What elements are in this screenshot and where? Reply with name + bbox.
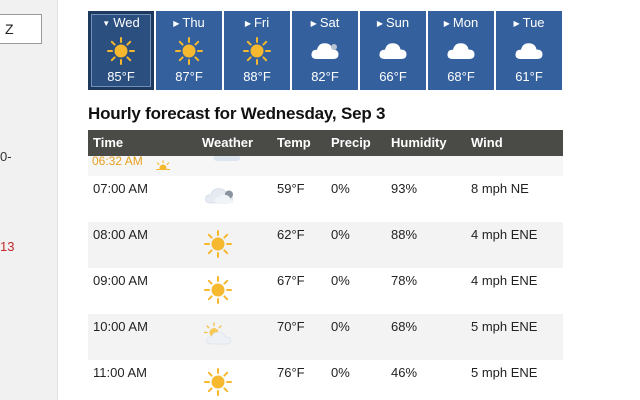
cell-humidity: 46% bbox=[391, 365, 418, 380]
cell-precip: 0% bbox=[331, 181, 350, 196]
cell-wind: 5 mph ENE bbox=[471, 319, 538, 334]
sidebar-link-fragment[interactable]: 13 bbox=[0, 239, 14, 254]
partly-cloudy-icon bbox=[203, 322, 234, 351]
table-header: Time Weather Temp Precip Humidity Wind bbox=[88, 130, 563, 156]
day-tab-label: ▶ Mon bbox=[443, 15, 479, 30]
cell-time: 09:00 AM bbox=[93, 273, 148, 288]
cell-temp: 76°F bbox=[277, 365, 305, 380]
day-tab-temp: 66°F bbox=[379, 69, 407, 84]
cloud-icon bbox=[310, 37, 340, 65]
table-row: 10:00 AM 70°F 0% 68% 5 mph ENE bbox=[88, 314, 563, 360]
day-tab-label: ▼ Wed bbox=[102, 15, 140, 30]
sunrise-row: 06:32 AM bbox=[88, 156, 563, 176]
cell-temp: 59°F bbox=[277, 181, 305, 196]
sun-icon bbox=[204, 368, 232, 399]
cell-wind: 4 mph ENE bbox=[471, 273, 538, 288]
location-input[interactable]: Z bbox=[0, 14, 42, 44]
day-tab-label: ▶ Tue bbox=[513, 15, 545, 30]
day-tab-temp: 68°F bbox=[447, 69, 475, 84]
daily-forecast-tabs: ▼ Wed 85°F ▶ Thu 87°F ▶ Fri 88°F ▶ Sat 82°F … bbox=[88, 11, 563, 90]
day-tab-temp: 85°F bbox=[107, 69, 135, 84]
cloud-icon bbox=[446, 37, 476, 65]
cell-temp: 67°F bbox=[277, 273, 305, 288]
cell-precip: 0% bbox=[331, 227, 350, 242]
table-row: 11:00 AM 76°F 0% 46% 5 mph ENE bbox=[88, 360, 563, 400]
day-tab-fri[interactable]: ▶ Fri 88°F bbox=[224, 11, 290, 90]
day-tab-label: ▶ Fri bbox=[244, 15, 270, 30]
cell-precip: 0% bbox=[331, 319, 350, 334]
cell-time: 08:00 AM bbox=[93, 227, 148, 242]
sidebar-text-fragment: 0- bbox=[0, 149, 12, 164]
day-tab-temp: 88°F bbox=[243, 69, 271, 84]
cell-temp: 70°F bbox=[277, 319, 305, 334]
hourly-forecast-title: Hourly forecast for Wednesday, Sep 3 bbox=[88, 104, 386, 123]
day-tab-sun[interactable]: ▶ Sun 66°F bbox=[360, 11, 426, 90]
cell-humidity: 78% bbox=[391, 273, 418, 288]
sun-icon bbox=[204, 230, 232, 261]
cloud-icon bbox=[378, 37, 408, 65]
column-header-precip: Precip bbox=[331, 135, 371, 150]
table-row: 08:00 AM 62°F 0% 88% 4 mph ENE bbox=[88, 222, 563, 268]
cell-wind: 5 mph ENE bbox=[471, 365, 538, 380]
cell-time: 07:00 AM bbox=[93, 181, 148, 196]
column-header-humidity: Humidity bbox=[391, 135, 447, 150]
cell-wind: 4 mph ENE bbox=[471, 227, 538, 242]
day-tab-label: ▶ Sat bbox=[310, 15, 340, 30]
day-tab-label: ▶ Thu bbox=[173, 15, 205, 30]
sunrise-time: 06:32 AM bbox=[92, 156, 143, 168]
cell-time: 11:00 AM bbox=[93, 365, 147, 380]
cell-humidity: 93% bbox=[391, 181, 418, 196]
cloud-icon bbox=[212, 156, 242, 168]
cell-humidity: 68% bbox=[391, 319, 418, 334]
cloud-icon bbox=[204, 184, 238, 209]
day-tab-label: ▶ Sun bbox=[376, 15, 410, 30]
cell-precip: 0% bbox=[331, 365, 350, 380]
day-tab-temp: 82°F bbox=[311, 69, 339, 84]
day-tab-sat[interactable]: ▶ Sat 82°F bbox=[292, 11, 358, 90]
sun-icon bbox=[204, 276, 232, 307]
table-row: 09:00 AM 67°F 0% 78% 4 mph ENE bbox=[88, 268, 563, 314]
table-row: 07:00 AM 59°F 0% 93% 8 mph NE bbox=[88, 176, 563, 222]
cloud-icon bbox=[514, 37, 544, 65]
column-header-weather: Weather bbox=[202, 135, 254, 150]
cell-temp: 62°F bbox=[277, 227, 305, 242]
day-tab-wed[interactable]: ▼ Wed 85°F bbox=[88, 11, 154, 90]
day-tab-tue[interactable]: ▶ Tue 61°F bbox=[496, 11, 562, 90]
cell-humidity: 88% bbox=[391, 227, 418, 242]
column-header-temp: Temp bbox=[277, 135, 311, 150]
cell-precip: 0% bbox=[331, 273, 350, 288]
sunrise-icon bbox=[156, 157, 170, 175]
hourly-forecast-table: Time Weather Temp Precip Humidity Wind 0… bbox=[88, 130, 563, 400]
day-tab-temp: 87°F bbox=[175, 69, 203, 84]
cell-wind: 8 mph NE bbox=[471, 181, 529, 196]
left-sidebar bbox=[0, 0, 58, 400]
day-tab-thu[interactable]: ▶ Thu 87°F bbox=[156, 11, 222, 90]
day-tab-temp: 61°F bbox=[515, 69, 543, 84]
day-tab-mon[interactable]: ▶ Mon 68°F bbox=[428, 11, 494, 90]
column-header-time: Time bbox=[93, 135, 124, 150]
column-header-wind: Wind bbox=[471, 135, 503, 150]
sun-icon bbox=[174, 37, 204, 65]
sun-icon bbox=[106, 37, 136, 65]
cell-time: 10:00 AM bbox=[93, 319, 148, 334]
sun-icon bbox=[242, 37, 272, 65]
